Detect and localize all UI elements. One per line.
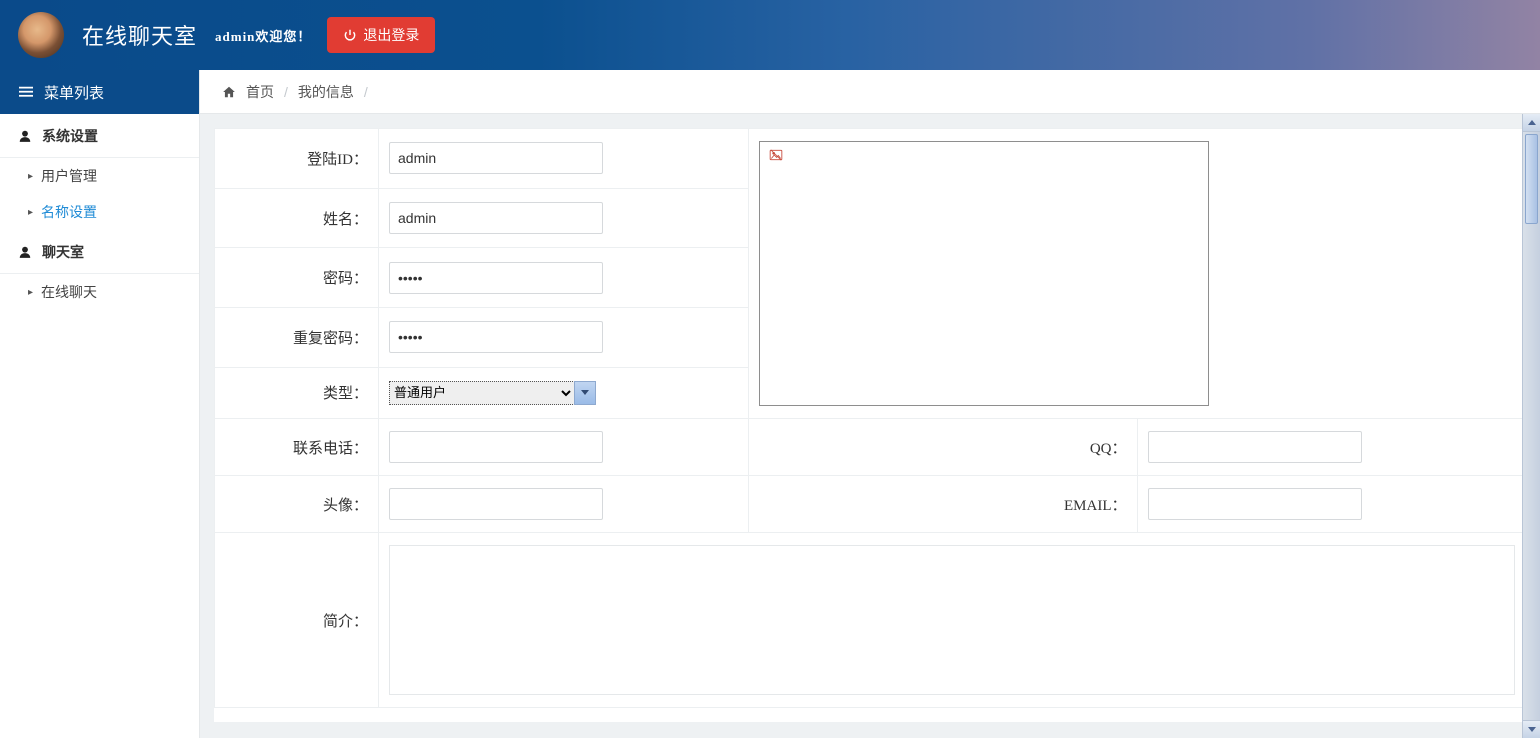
image-preview[interactable] (759, 141, 1209, 406)
user-icon (18, 245, 32, 259)
label-phone: 联系电话： (215, 419, 379, 476)
label-type: 类型： (215, 367, 379, 418)
app-header: 在线聊天室 admin欢迎您！ 退出登录 (0, 0, 1540, 70)
breadcrumb-sep: / (284, 84, 288, 100)
label-qq: QQ： (749, 419, 1138, 476)
content-area: 首页 / 我的信息 / 登陆ID： (200, 70, 1540, 738)
sidebar-section-label: 系统设置 (42, 126, 98, 146)
content-scrollbar[interactable] (1522, 114, 1540, 738)
input-password-repeat[interactable] (389, 321, 603, 353)
broken-image-icon (768, 148, 784, 162)
app-title: 在线聊天室 (82, 19, 197, 51)
scroll-down-button[interactable] (1523, 720, 1540, 738)
breadcrumb-current: 我的信息 (298, 82, 354, 102)
input-name[interactable] (389, 202, 603, 234)
sidebar-section-system[interactable]: 系统设置 (0, 114, 199, 158)
breadcrumb-home[interactable]: 首页 (246, 82, 274, 102)
list-icon (18, 85, 34, 99)
sidebar-section-label: 聊天室 (42, 242, 84, 262)
input-phone[interactable] (389, 431, 603, 463)
sidebar-header: 菜单列表 (0, 70, 199, 114)
sidebar: 菜单列表 系统设置 用户管理 名称设置 聊天室 在线聊天 (0, 70, 200, 738)
logout-label: 退出登录 (363, 25, 419, 45)
sidebar-item-name-settings[interactable]: 名称设置 (0, 194, 199, 230)
input-email[interactable] (1148, 488, 1362, 520)
sidebar-item-online-chat[interactable]: 在线聊天 (0, 274, 199, 310)
input-avatar[interactable] (389, 488, 603, 520)
form-panel: 登陆ID： 姓名： 密码： (214, 128, 1526, 722)
sidebar-section-chatroom[interactable]: 聊天室 (0, 230, 199, 274)
welcome-text: admin欢迎您！ (215, 26, 311, 45)
label-name: 姓名： (215, 188, 379, 248)
label-login-id: 登陆ID： (215, 129, 379, 189)
textarea-intro[interactable] (389, 545, 1515, 695)
scroll-thumb[interactable] (1525, 134, 1538, 224)
input-qq[interactable] (1148, 431, 1362, 463)
label-password-repeat: 重复密码： (215, 308, 379, 368)
select-type[interactable]: 普通用户 (389, 381, 575, 405)
input-password[interactable] (389, 262, 603, 294)
logout-button[interactable]: 退出登录 (327, 17, 435, 53)
select-type-dropdown-button[interactable] (574, 381, 596, 405)
sidebar-item-user-mgmt[interactable]: 用户管理 (0, 158, 199, 194)
scroll-track[interactable] (1523, 132, 1540, 720)
power-icon (343, 28, 357, 42)
label-email: EMAIL： (749, 476, 1138, 533)
label-password: 密码： (215, 248, 379, 308)
label-intro: 简介： (215, 533, 379, 708)
user-avatar (18, 12, 64, 58)
breadcrumb-sep: / (364, 84, 368, 100)
breadcrumb: 首页 / 我的信息 / (200, 70, 1540, 114)
scroll-up-button[interactable] (1523, 114, 1540, 132)
sidebar-header-label: 菜单列表 (44, 82, 104, 103)
home-icon (222, 85, 236, 99)
input-login-id[interactable] (389, 142, 603, 174)
user-icon (18, 129, 32, 143)
label-avatar: 头像： (215, 476, 379, 533)
